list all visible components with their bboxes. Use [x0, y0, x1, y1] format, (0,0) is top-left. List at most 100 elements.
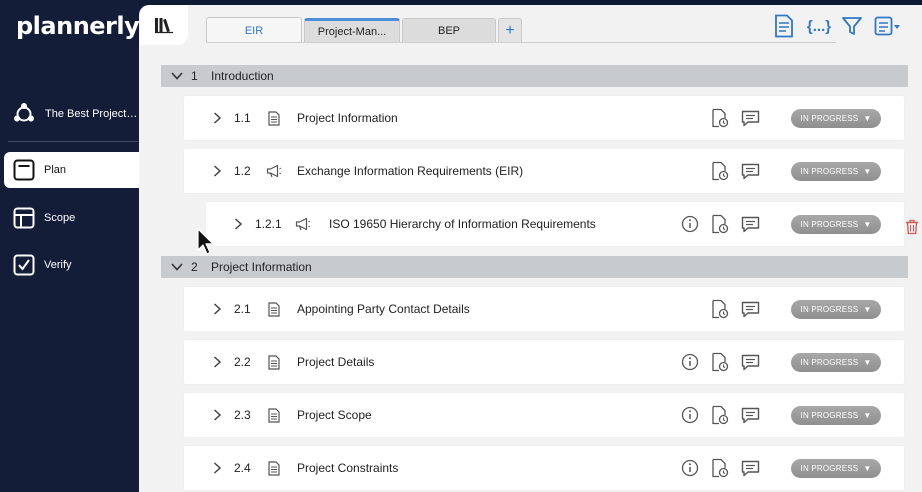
chevron-right-icon[interactable] [210, 302, 224, 316]
braces-icon: {...} [806, 17, 832, 35]
app-logo: plannerly [16, 12, 140, 40]
document-icon [775, 14, 793, 38]
item-number: 2.1 [234, 302, 251, 316]
chevron-down-icon[interactable] [167, 71, 187, 81]
sidebar-item-label: Scope [44, 212, 76, 224]
plan-icon [13, 159, 35, 181]
list-item[interactable]: 1.2.1 ISO 19650 Hierarchy of Information… [206, 202, 904, 246]
dropdown-triangle-icon: ▼ [863, 167, 872, 176]
status-badge[interactable]: IN PROGRESS ▼ [791, 215, 881, 234]
comment-icon[interactable] [740, 214, 760, 234]
section-number: 1 [191, 69, 198, 83]
document-clock-icon[interactable] [710, 405, 730, 425]
list-item[interactable]: 2.4 Project Constraints IN PROGRESS ▼ [184, 446, 904, 490]
info-icon[interactable] [680, 405, 700, 425]
list-item[interactable]: 1.2 Exchange Information Requirements (E… [184, 149, 904, 193]
add-tab-button[interactable]: + [498, 18, 522, 43]
list-menu-button[interactable] [873, 13, 903, 39]
chevron-right-icon[interactable] [231, 217, 245, 231]
document-view-button[interactable] [771, 13, 797, 39]
section-header[interactable]: 1 Introduction [161, 65, 908, 87]
scope-icon [13, 207, 35, 229]
status-badge[interactable]: IN PROGRESS ▼ [791, 406, 881, 425]
section-header[interactable]: 2 Project Information [161, 256, 908, 278]
chevron-down-icon[interactable] [167, 262, 187, 272]
comment-icon[interactable] [740, 108, 760, 128]
sidebar-item-verify[interactable]: Verify [4, 247, 139, 283]
tab-project-management[interactable]: Project-Man... [304, 18, 400, 43]
list-menu-icon [874, 16, 900, 36]
section-title: Introduction [211, 69, 274, 83]
megaphone-icon [264, 164, 284, 178]
status-badge[interactable]: IN PROGRESS ▼ [791, 459, 881, 478]
document-clock-icon[interactable] [710, 352, 730, 372]
sidebar-divider [8, 141, 139, 142]
tab-eir[interactable]: EIR [206, 17, 302, 43]
document-clock-icon[interactable] [710, 108, 730, 128]
project-icon [14, 103, 34, 122]
status-badge[interactable]: IN PROGRESS ▼ [791, 353, 881, 372]
library-button[interactable] [140, 5, 188, 45]
dropdown-triangle-icon: ▼ [863, 220, 872, 229]
document-clock-icon[interactable] [710, 214, 730, 234]
status-badge[interactable]: IN PROGRESS ▼ [791, 300, 881, 319]
chevron-right-icon[interactable] [210, 355, 224, 369]
info-icon[interactable] [680, 214, 700, 234]
sidebar-item-label: Plan [44, 164, 67, 176]
chevron-right-icon[interactable] [210, 111, 224, 125]
document-icon [264, 460, 284, 476]
document-clock-icon[interactable] [710, 458, 730, 478]
library-icon [155, 18, 173, 34]
dropdown-triangle-icon: ▼ [863, 464, 872, 473]
comment-icon[interactable] [740, 352, 760, 372]
document-icon [264, 301, 284, 317]
project-name: The Best Project E... [45, 108, 139, 120]
document-icon [264, 407, 284, 423]
braces-button[interactable]: {...} [804, 13, 834, 39]
status-badge[interactable]: IN PROGRESS ▼ [791, 109, 881, 128]
tab-bar: EIR Project-Man... BEP + [206, 13, 524, 43]
section-title: Project Information [211, 260, 312, 274]
info-icon[interactable] [680, 352, 700, 372]
chevron-right-icon[interactable] [210, 164, 224, 178]
dropdown-triangle-icon: ▼ [863, 358, 872, 367]
sidebar-item-scope[interactable]: Scope [4, 200, 139, 236]
list-item[interactable]: 2.3 Project Scope IN PROGRESS ▼ [184, 393, 904, 437]
mouse-cursor-icon [197, 228, 214, 255]
tab-bep[interactable]: BEP [402, 18, 496, 43]
item-number: 1.1 [234, 111, 251, 125]
tab-underline [206, 42, 836, 43]
document-icon [264, 354, 284, 370]
megaphone-icon [293, 217, 313, 231]
filter-button[interactable] [840, 13, 864, 39]
chevron-right-icon[interactable] [210, 461, 224, 475]
dropdown-triangle-icon: ▼ [863, 114, 872, 123]
item-number: 2.4 [234, 461, 251, 475]
project-selector[interactable]: The Best Project E... [12, 98, 139, 130]
comment-icon[interactable] [740, 405, 760, 425]
trash-icon[interactable] [904, 217, 920, 237]
sidebar-item-label: Verify [44, 259, 72, 271]
comment-icon[interactable] [740, 299, 760, 319]
document-clock-icon[interactable] [710, 161, 730, 181]
main-panel: EIR Project-Man... BEP + {...} 1 Introdu… [139, 5, 922, 492]
section-number: 2 [191, 260, 198, 274]
item-number: 1.2.1 [255, 217, 282, 231]
comment-icon[interactable] [740, 458, 760, 478]
filter-icon [842, 17, 862, 35]
list-item[interactable]: 2.1 Appointing Party Contact Details IN … [184, 287, 904, 331]
sidebar: plannerly The Best Project E... Plan Sco… [0, 0, 140, 492]
dropdown-triangle-icon: ▼ [863, 411, 872, 420]
document-icon [264, 110, 284, 126]
comment-icon[interactable] [740, 161, 760, 181]
info-icon[interactable] [680, 458, 700, 478]
list-item[interactable]: 1.1 Project Information IN PROGRESS ▼ [184, 96, 904, 140]
document-clock-icon[interactable] [710, 299, 730, 319]
sidebar-item-plan[interactable]: Plan [4, 152, 140, 188]
list-item[interactable]: 2.2 Project Details IN PROGRESS ▼ [184, 340, 904, 384]
dropdown-triangle-icon: ▼ [863, 305, 872, 314]
chevron-right-icon[interactable] [210, 408, 224, 422]
item-number: 1.2 [234, 164, 251, 178]
status-badge[interactable]: IN PROGRESS ▼ [791, 162, 881, 181]
item-number: 2.3 [234, 408, 251, 422]
